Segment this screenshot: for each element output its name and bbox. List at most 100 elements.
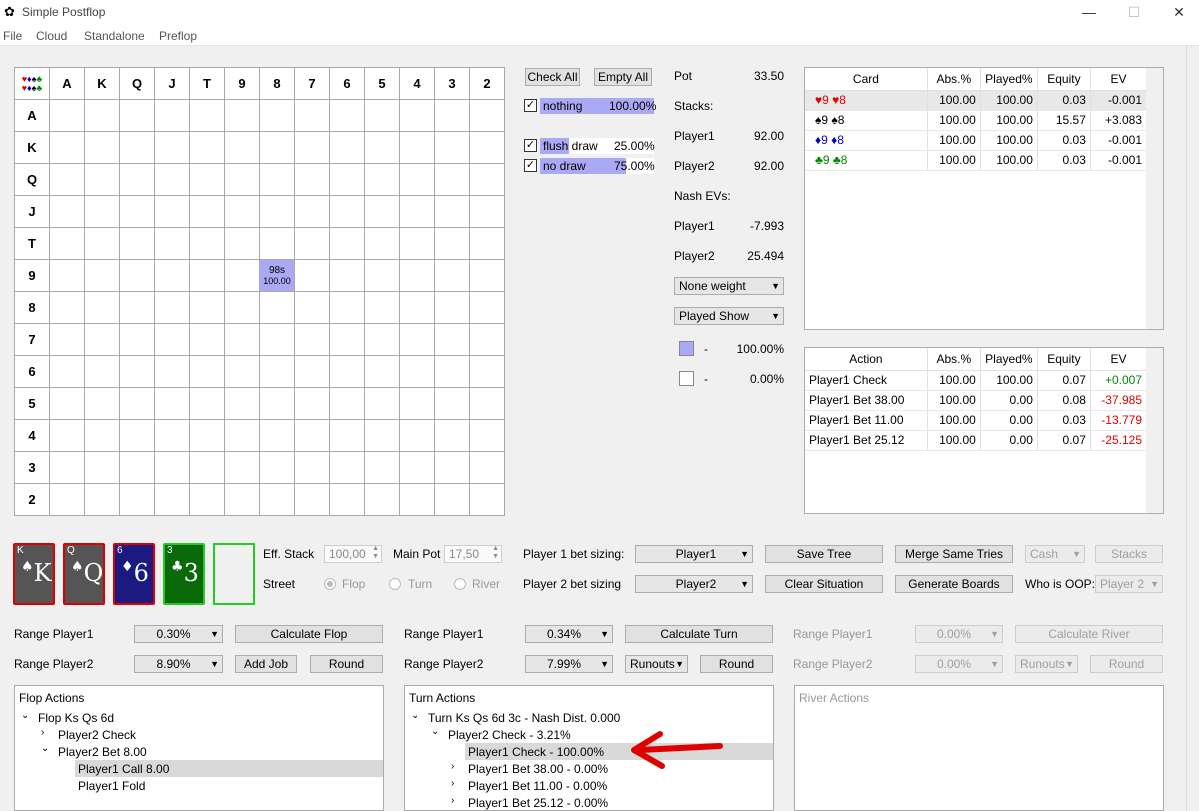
save-tree-button[interactable]: Save Tree (765, 545, 883, 563)
grid-cell[interactable] (399, 163, 435, 196)
grid-cell[interactable] (434, 419, 470, 452)
grid-cell[interactable] (189, 387, 225, 420)
grid-cell[interactable] (154, 99, 190, 132)
grid-cell[interactable] (49, 99, 85, 132)
grid-col-header[interactable]: 2 (469, 67, 505, 100)
grid-cell[interactable] (224, 163, 260, 196)
grid-cell[interactable] (364, 451, 400, 484)
action-table-header[interactable]: EV (1090, 348, 1148, 371)
eff-stack-input[interactable]: 100,00 ▲ ▼ (324, 545, 382, 563)
tree-node-player2-check[interactable]: Player2 Check - 3.21% (448, 728, 571, 742)
board-card-empty-slot[interactable] (213, 543, 255, 605)
grid-cell[interactable] (364, 99, 400, 132)
grid-cell[interactable] (294, 419, 330, 452)
grid-cell[interactable] (259, 291, 295, 324)
close-button[interactable]: ✕ (1156, 0, 1199, 26)
grid-cell[interactable] (364, 387, 400, 420)
grid-cell[interactable] (399, 451, 435, 484)
flop-range1-combo[interactable]: 0.30% ▼ (134, 625, 223, 643)
grid-cell[interactable] (84, 387, 120, 420)
grid-cell[interactable] (469, 483, 505, 516)
grid-cell[interactable] (189, 163, 225, 196)
grid-cell[interactable] (399, 259, 435, 292)
filter-checkbox-flush-draw[interactable]: ✓ (524, 139, 537, 152)
main-pot-input[interactable]: 17,50 ▲ ▼ (444, 545, 502, 563)
grid-cell[interactable] (84, 227, 120, 260)
table-row[interactable]: Player1 Bet 25.12 100.00 0.00 0.07 -25.125 (805, 430, 1148, 451)
grid-cell[interactable] (399, 99, 435, 132)
grid-cell[interactable] (469, 419, 505, 452)
grid-row-header[interactable]: Q (14, 163, 50, 196)
tree-node-turn[interactable]: Turn Ks Qs 6d 3c - Nash Dist. 0.000 (428, 711, 620, 725)
grid-cell[interactable] (294, 259, 330, 292)
table-row[interactable]: ♥9 ♥8 100.00 100.00 0.03 -0.001 (805, 90, 1148, 111)
grid-cell[interactable] (49, 451, 85, 484)
check-all-button[interactable]: Check All (525, 68, 580, 86)
maximize-button[interactable]: ☐ (1111, 0, 1157, 26)
grid-cell[interactable] (259, 99, 295, 132)
main-scrollbar[interactable] (1186, 46, 1199, 811)
grid-cell[interactable] (434, 291, 470, 324)
grid-cell[interactable] (84, 163, 120, 196)
grid-cell[interactable] (294, 99, 330, 132)
grid-cell[interactable] (259, 131, 295, 164)
grid-cell[interactable] (399, 483, 435, 516)
grid-row-header[interactable]: 9 (14, 259, 50, 292)
grid-cell[interactable] (154, 291, 190, 324)
grid-cell[interactable] (259, 483, 295, 516)
grid-cell[interactable] (434, 355, 470, 388)
tree-node-player1-call[interactable]: Player1 Call 8.00 (78, 762, 169, 776)
grid-cell[interactable] (364, 291, 400, 324)
grid-row-header[interactable]: T (14, 227, 50, 260)
action-table-header[interactable]: Action (805, 348, 928, 371)
grid-cell[interactable] (469, 355, 505, 388)
action-table-header[interactable]: Played% (980, 348, 1038, 371)
grid-cell[interactable] (119, 419, 155, 452)
menu-file[interactable]: File (3, 29, 22, 43)
chevron-right-icon[interactable]: › (451, 795, 454, 806)
grid-cell[interactable] (84, 131, 120, 164)
grid-cell[interactable] (49, 227, 85, 260)
grid-row-header[interactable]: 5 (14, 387, 50, 420)
turn-range1-combo[interactable]: 0.34% ▼ (525, 625, 613, 643)
generate-boards-button[interactable]: Generate Boards (895, 575, 1013, 593)
grid-cell[interactable] (399, 387, 435, 420)
table-row[interactable]: ♦9 ♦8 100.00 100.00 0.03 -0.001 (805, 130, 1148, 151)
table-row[interactable]: ♠9 ♠8 100.00 100.00 15.57 +3.083 (805, 110, 1148, 131)
board-card[interactable]: K ♠K (13, 543, 55, 605)
grid-cell[interactable] (259, 387, 295, 420)
grid-cell[interactable] (154, 387, 190, 420)
calculate-flop-button[interactable]: Calculate Flop (235, 625, 383, 643)
grid-cell[interactable] (189, 131, 225, 164)
river-runouts-combo[interactable]: Runouts ▼ (1015, 655, 1078, 673)
grid-row-header[interactable]: 8 (14, 291, 50, 324)
grid-cell[interactable] (399, 323, 435, 356)
table-row[interactable]: Player1 Check 100.00 100.00 0.07 +0.007 (805, 370, 1148, 391)
grid-cell[interactable] (329, 99, 365, 132)
grid-cell[interactable] (154, 355, 190, 388)
grid-cell[interactable] (84, 451, 120, 484)
chevron-down-icon[interactable]: ⌄ (21, 710, 29, 721)
grid-cell[interactable] (294, 291, 330, 324)
grid-cell[interactable] (119, 99, 155, 132)
river-range2-combo[interactable]: 0.00% ▼ (915, 655, 1003, 673)
tree-node-player1-bet-25[interactable]: Player1 Bet 25.12 - 0.00% (468, 796, 608, 810)
grid-cell[interactable] (399, 195, 435, 228)
grid-cell[interactable] (469, 131, 505, 164)
grid-cell[interactable] (49, 291, 85, 324)
p2-sizing-combo[interactable]: Player2 ▼ (635, 575, 753, 593)
grid-cell[interactable] (294, 483, 330, 516)
board-card[interactable]: Q ♠Q (63, 543, 105, 605)
grid-cell[interactable] (434, 387, 470, 420)
grid-cell[interactable] (189, 451, 225, 484)
grid-cell[interactable] (84, 195, 120, 228)
grid-row-header[interactable]: 2 (14, 483, 50, 516)
grid-col-header[interactable]: A (49, 67, 85, 100)
grid-cell[interactable] (329, 195, 365, 228)
grid-cell[interactable] (469, 99, 505, 132)
grid-cell[interactable] (399, 355, 435, 388)
grid-cell[interactable] (49, 483, 85, 516)
grid-cell[interactable] (469, 451, 505, 484)
grid-cell[interactable] (224, 291, 260, 324)
grid-cell[interactable] (364, 227, 400, 260)
